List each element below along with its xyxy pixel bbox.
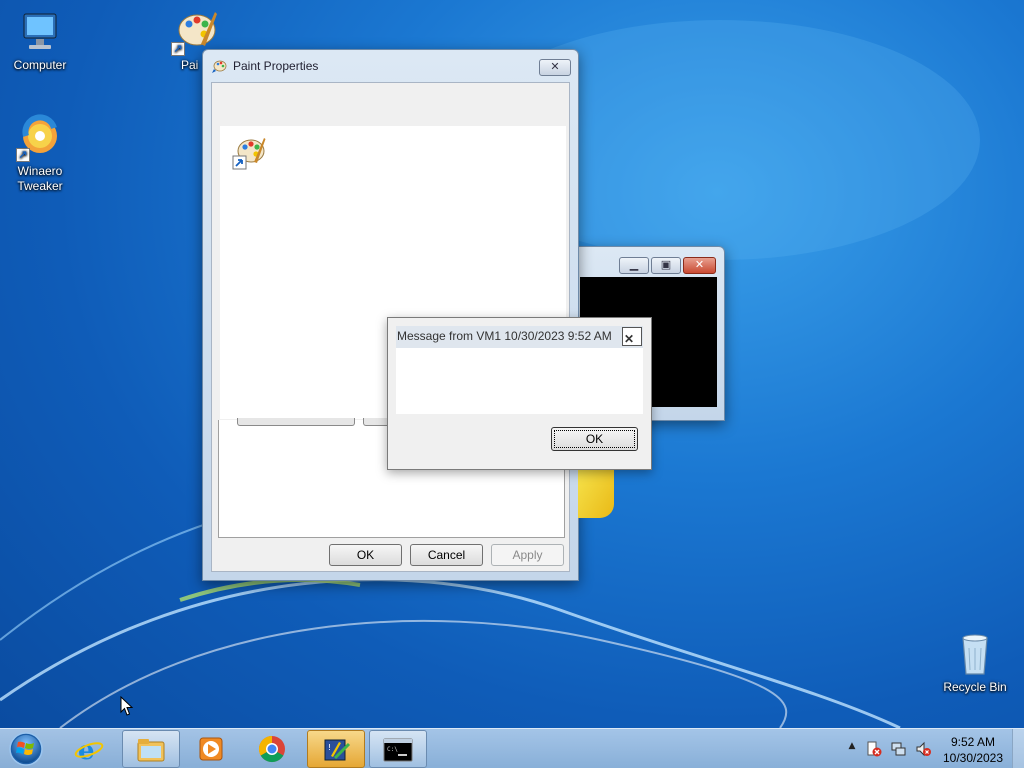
show-hidden-icons-button[interactable]: ▲: [844, 741, 860, 757]
maximize-icon: ▣: [660, 258, 672, 271]
message-titlebar[interactable]: Message from VM1 10/30/2023 9:52 AM ✕: [396, 326, 643, 348]
taskbar-item-chrome[interactable]: [244, 730, 302, 768]
dialog-title: Paint Properties: [233, 59, 319, 73]
message-title: Message from VM1 10/30/2023 9:52 AM: [397, 329, 612, 343]
taskbar-item-command-prompt[interactable]: C:\: [369, 730, 427, 768]
paint-icon: !: [324, 739, 351, 761]
desktop-icon-winaero-tweaker[interactable]: ↗ Winaero Tweaker: [2, 114, 78, 194]
close-icon: ✕: [624, 332, 635, 346]
clock-date: 10/30/2023: [942, 751, 1004, 765]
svg-text:C:\: C:\: [387, 746, 398, 753]
mouse-cursor-icon: [120, 696, 134, 716]
start-button[interactable]: [6, 731, 46, 767]
chrome-icon: [258, 735, 285, 763]
apply-button[interactable]: Apply: [491, 544, 564, 566]
internet-explorer-icon: e: [74, 736, 104, 763]
message-dialog[interactable]: Message from VM1 10/30/2023 9:52 AM ✕ OK: [387, 317, 652, 470]
background-window-fragment: [578, 470, 614, 518]
close-icon: ✕: [550, 60, 560, 73]
volume-muted-icon[interactable]: [915, 741, 931, 757]
desktop-icon-label: Recycle Bin: [943, 680, 1007, 694]
tab-strip: [212, 83, 569, 125]
close-button[interactable]: ✕: [539, 59, 571, 76]
maximize-button[interactable]: ▣: [651, 257, 681, 274]
desktop-icon-computer[interactable]: Computer: [2, 8, 78, 72]
desktop-icon-label: Winaero Tweaker: [17, 164, 63, 193]
paint-properties-dialog[interactable]: Paint Properties ✕ OK Cancel Apply: [202, 49, 579, 581]
media-player-icon: [199, 737, 223, 761]
message-ok-button[interactable]: OK: [551, 427, 638, 451]
taskbar-item-internet-explorer[interactable]: e: [61, 730, 119, 768]
system-clock[interactable]: 9:52 AM 10/30/2023: [938, 734, 1008, 766]
minimize-icon: ▁: [629, 258, 639, 271]
close-icon: ✕: [694, 258, 705, 271]
recycle-bin-icon: [962, 634, 988, 675]
shortcut-arrow-icon: ↗: [171, 42, 185, 56]
message-body: [396, 348, 643, 414]
clock-time: 9:52 AM: [950, 735, 996, 749]
taskbar-item-paint[interactable]: !: [307, 730, 365, 768]
paint-icon: [212, 60, 227, 73]
computer-icon: [23, 13, 57, 49]
close-button[interactable]: ✕: [683, 257, 716, 274]
cancel-button[interactable]: Cancel: [410, 544, 483, 566]
paint-shortcut-icon: [232, 138, 266, 170]
svg-text:!: !: [328, 743, 331, 752]
command-prompt-icon: C:\: [383, 738, 413, 762]
ok-button[interactable]: OK: [329, 544, 402, 566]
taskbar-item-file-explorer[interactable]: [122, 730, 180, 768]
taskbar: e ! C:\ ▲ 9:52 AM 10/30/2023: [0, 728, 1024, 768]
network-icon[interactable]: [891, 741, 907, 757]
hidden-button[interactable]: [237, 418, 355, 426]
file-explorer-icon: [137, 739, 165, 762]
taskbar-item-media-player[interactable]: [183, 730, 241, 768]
show-desktop-button[interactable]: [1012, 729, 1024, 768]
desktop-icon-label: Computer: [13, 58, 67, 72]
windows-logo-icon: [9, 732, 43, 766]
shortcut-arrow-icon: ↗: [16, 148, 30, 162]
action-center-warning-icon[interactable]: [866, 741, 882, 757]
message-close-button[interactable]: ✕: [622, 327, 642, 346]
minimize-button[interactable]: ▁: [619, 257, 649, 274]
desktop-icon-recycle-bin[interactable]: Recycle Bin: [937, 630, 1013, 694]
